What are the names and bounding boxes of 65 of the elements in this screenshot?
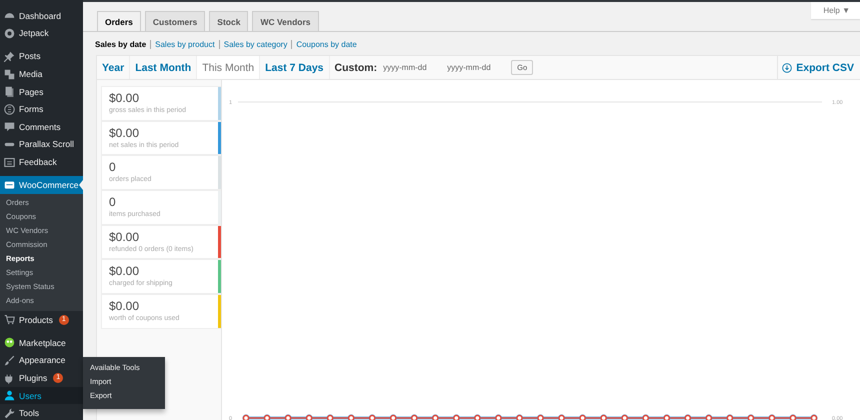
- menu-label: Dashboard: [19, 10, 62, 21]
- menu-label: Jetpack: [19, 28, 49, 38]
- paint-brush-icon: [4, 354, 15, 366]
- report-tab[interactable]: Stock: [209, 11, 248, 31]
- menu-label: Marketplace: [19, 338, 66, 348]
- legend-value: $0.00: [109, 299, 140, 314]
- report-link[interactable]: Sales by date: [95, 40, 146, 48]
- report-link[interactable]: Coupons by date: [291, 40, 357, 48]
- menu-label: Products: [19, 314, 53, 325]
- pages-icon: [4, 86, 15, 98]
- menu-label: WooCommerce: [19, 180, 79, 190]
- menu-item[interactable]: Jetpack: [0, 24, 83, 42]
- menu-label: Comments: [19, 122, 61, 132]
- menu-label: Tools: [19, 408, 40, 418]
- menu-item[interactable]: Posts: [0, 48, 83, 66]
- menu-item[interactable]: Marketplace: [0, 334, 83, 352]
- menu-label: Pages: [19, 86, 44, 97]
- custom-label: Custom:: [334, 62, 378, 74]
- menu-item[interactable]: Appearance: [0, 352, 83, 370]
- pushpin-icon: [4, 50, 15, 62]
- menu-item[interactable]: WooCommerce: [0, 176, 83, 194]
- date-field[interactable]: yyyy-mm-dd: [447, 63, 506, 72]
- menu-label: Users: [19, 390, 42, 401]
- report-tab[interactable]: WC Vendors: [252, 11, 318, 31]
- menu-label: Forms: [19, 104, 44, 114]
- date-field[interactable]: yyyy-mm-dd: [383, 63, 442, 72]
- range-tab[interactable]: Last 7 Days: [260, 56, 330, 79]
- form-icon: [4, 104, 15, 115]
- legend-value: $0.00: [109, 264, 140, 278]
- feedback-panel-icon: [4, 156, 15, 168]
- legend-value: $0.00: [109, 126, 140, 140]
- menu-item[interactable]: Tools: [0, 404, 83, 420]
- export-csv-link[interactable]: Export CSV: [777, 56, 860, 79]
- menu-item[interactable]: Comments: [0, 118, 83, 136]
- circle-icon: [4, 28, 15, 39]
- legend-value: $0.00: [109, 91, 140, 105]
- menu-item[interactable]: Forms: [0, 100, 83, 118]
- cart-icon: [4, 314, 15, 326]
- menu-item[interactable]: Parallax Scroll: [0, 136, 83, 154]
- menu-label: Posts: [19, 51, 40, 62]
- legend-value: $0.00: [109, 230, 140, 244]
- menu-label: Parallax Scroll: [19, 139, 74, 150]
- media-icon: [4, 68, 15, 80]
- legend-value: 0: [109, 160, 117, 174]
- download-icon: [782, 62, 792, 72]
- report-tab[interactable]: Orders: [97, 11, 141, 31]
- menu-label: Media: [19, 69, 42, 80]
- user-icon: [4, 390, 15, 402]
- range-tab[interactable]: This Month: [197, 56, 260, 79]
- menu-item[interactable]: Feedback: [0, 153, 83, 171]
- help-tab[interactable]: Help ▼: [811, 2, 860, 19]
- menu-label: Appearance: [19, 355, 66, 366]
- plug-icon: [4, 372, 15, 384]
- menu-item[interactable]: Dashboard: [0, 7, 83, 25]
- range-tab[interactable]: Year: [97, 56, 130, 79]
- menu-label: Feedback: [19, 157, 57, 168]
- report-link[interactable]: Sales by product: [150, 40, 215, 48]
- report-link[interactable]: Sales by category: [218, 40, 288, 48]
- wrench-icon: [4, 408, 15, 419]
- menu-item[interactable]: Pages: [0, 82, 83, 100]
- menu-label: Plugins: [19, 373, 48, 384]
- monster-icon: [4, 337, 15, 348]
- legend-value: 0: [109, 195, 117, 210]
- report-tab[interactable]: Customers: [144, 11, 206, 31]
- menu-item[interactable]: Media: [0, 65, 83, 83]
